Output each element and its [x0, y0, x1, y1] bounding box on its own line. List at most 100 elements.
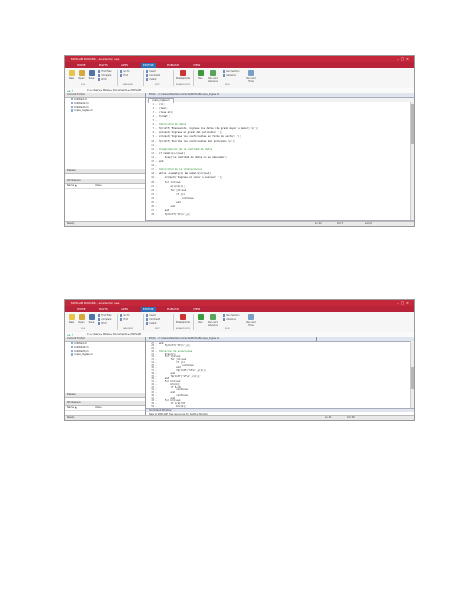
line-marker[interactable]: – — [156, 135, 158, 138]
line-marker[interactable]: – — [156, 201, 158, 204]
code-text[interactable]: for i=1:a+1 — [159, 181, 181, 184]
code-text[interactable]: fprintf('Bienvenido, ingrese los datos (… — [159, 127, 258, 130]
editor-scrollbar[interactable] — [409, 102, 414, 220]
code-text[interactable]: fprintf('%f\n',y); — [159, 213, 191, 216]
current-path[interactable]: C: ▸ Users ▸ Ifeles ▸ Documents ▸ MATLAB — [87, 89, 141, 92]
line-marker[interactable]: – — [156, 164, 158, 167]
code-text[interactable]: %Solicitud de datos — [159, 123, 186, 126]
code-text[interactable]: while ~isempty(x) && numel(x)==(a+1) — [159, 172, 211, 175]
code-text[interactable]: a=input('Ingrese el grado del polinomio:… — [159, 131, 222, 134]
line-marker[interactable]: – — [156, 209, 158, 212]
run-and-advance-button[interactable]: Run and Advance — [207, 314, 219, 327]
line-marker[interactable]: – — [156, 168, 158, 171]
line-marker[interactable]: – — [156, 131, 158, 134]
comment-button[interactable]: Comment — [146, 74, 160, 77]
line-marker[interactable]: – — [156, 127, 158, 130]
indent-button[interactable]: Indent — [146, 78, 156, 81]
code-text[interactable]: end — [159, 201, 180, 204]
advance-button[interactable]: Advance — [223, 74, 236, 77]
insert-button[interactable]: Insert — [146, 314, 156, 317]
line-marker[interactable]: – — [156, 123, 158, 126]
nav-arrows-icon[interactable]: ◂▸↑ — [67, 89, 74, 93]
run-and-time-button[interactable]: Run and Time — [245, 314, 257, 327]
line-marker[interactable]: – — [156, 152, 158, 155]
code-text[interactable]: end — [159, 205, 175, 208]
code-area[interactable]: 27– end 28– fprintf('%f\n',y); 29–30– %Soluc… — [146, 341, 410, 408]
find-button[interactable]: Find — [120, 318, 128, 321]
save-button[interactable]: Save — [87, 70, 96, 80]
comment-button[interactable]: Comment — [146, 318, 160, 321]
line-marker[interactable]: – — [156, 160, 158, 163]
code-text[interactable]: clc; — [159, 103, 165, 106]
current-path[interactable]: C: ▸ Users ▸ Ifeles ▸ Documents ▸ MATLAB — [87, 333, 141, 336]
code-line[interactable]: 28– fprintf('%f\n',y); — [146, 213, 410, 217]
line-marker[interactable]: – — [156, 115, 158, 118]
scroll-thumb[interactable] — [411, 104, 414, 144]
new-button[interactable]: New — [67, 70, 76, 80]
line-marker[interactable]: – — [156, 119, 158, 122]
run-and-advance-button[interactable]: Run and Advance — [207, 70, 219, 83]
code-text[interactable]: close all; — [159, 111, 173, 114]
line-marker[interactable]: – — [156, 107, 158, 110]
open-button[interactable]: Open — [77, 70, 86, 80]
line-marker[interactable]: – — [156, 103, 158, 106]
open-button[interactable]: Open — [77, 314, 86, 324]
editor-scrollbar[interactable] — [409, 341, 414, 408]
scroll-thumb[interactable] — [411, 367, 414, 389]
go-to-button[interactable]: Go To — [120, 314, 129, 317]
run-section-button[interactable]: Run Section — [223, 70, 239, 73]
code-text[interactable]: x=input('Ingrese los coeficientes en for… — [159, 135, 241, 138]
code-text[interactable]: e(i)=x(i); — [159, 185, 185, 188]
indent-button[interactable]: Indent — [146, 322, 156, 325]
print-button[interactable]: Print — [98, 78, 106, 81]
line-marker[interactable]: – — [156, 148, 158, 151]
code-text[interactable]: %Solicitud de la interpolacion — [159, 168, 202, 171]
line-marker[interactable]: – — [156, 111, 158, 114]
line-marker[interactable]: – — [156, 172, 158, 175]
nav-arrows-icon[interactable]: ◂▸↑ — [67, 333, 74, 337]
new-button[interactable]: New — [67, 314, 76, 324]
run-button[interactable]: Run — [196, 314, 205, 324]
go-to-button[interactable]: Go To — [120, 70, 129, 73]
find-files-button[interactable]: Find Files — [98, 314, 111, 317]
file-item[interactable]: copia_Ingles.m — [65, 109, 145, 113]
line-marker[interactable]: – — [156, 213, 158, 216]
code-text[interactable]: %Comprobacion de la cantidad de datos — [159, 148, 212, 151]
line-marker[interactable]: – — [156, 140, 158, 143]
code-text[interactable]: format ; — [159, 115, 171, 118]
code-text[interactable]: end — [159, 209, 169, 212]
compare-button[interactable]: Compare — [98, 318, 111, 321]
code-text[interactable]: for j=1:a+1 — [159, 189, 187, 192]
run-and-time-button[interactable]: Run and Time — [245, 70, 257, 83]
line-marker[interactable]: – — [156, 144, 158, 147]
line-marker[interactable]: – — [156, 185, 158, 188]
breakpoints-button[interactable]: Breakpoints — [176, 70, 190, 80]
save-button[interactable]: Save — [87, 314, 96, 324]
code-text[interactable]: end — [159, 160, 163, 163]
print-button[interactable]: Print — [98, 322, 106, 325]
code-text[interactable]: x=input('Ingrese el valor a evaluar: '); — [159, 176, 223, 179]
code-text[interactable]: if j>i — [159, 193, 185, 196]
code-text[interactable]: if numel(x)~=(a+1) — [159, 152, 185, 155]
code-text[interactable]: fprintf('Escribe los coeficientes del po… — [159, 140, 235, 143]
run-button[interactable]: Run — [196, 70, 205, 80]
breakpoints-button[interactable]: Breakpoints — [176, 314, 190, 324]
code-text[interactable]: continue — [159, 197, 194, 200]
code-text[interactable]: clear; — [159, 107, 168, 110]
insert-button[interactable]: Insert — [146, 70, 156, 73]
advance-button[interactable]: Advance — [223, 318, 236, 321]
line-marker[interactable]: – — [156, 176, 158, 179]
window-controls[interactable]: –□× — [397, 301, 411, 305]
line-marker[interactable]: – — [156, 193, 158, 196]
find-button[interactable]: Find — [120, 74, 128, 77]
line-marker[interactable]: – — [156, 189, 158, 192]
line-marker[interactable]: – — [156, 181, 158, 184]
line-marker[interactable]: – — [156, 156, 158, 159]
line-marker[interactable]: – — [156, 197, 158, 200]
run-section-button[interactable]: Run Section — [223, 314, 239, 317]
window-controls[interactable]: –□× — [397, 57, 411, 61]
file-item[interactable]: copia_Ingles.m — [65, 353, 145, 357]
code-text[interactable]: disp('La cantidad de datos no es adecuad… — [159, 156, 227, 159]
code-area[interactable]: 1– clc; 2– clear; 3– close all; 4– format ; 5–6–… — [146, 102, 410, 220]
find-files-button[interactable]: Find Files — [98, 70, 111, 73]
